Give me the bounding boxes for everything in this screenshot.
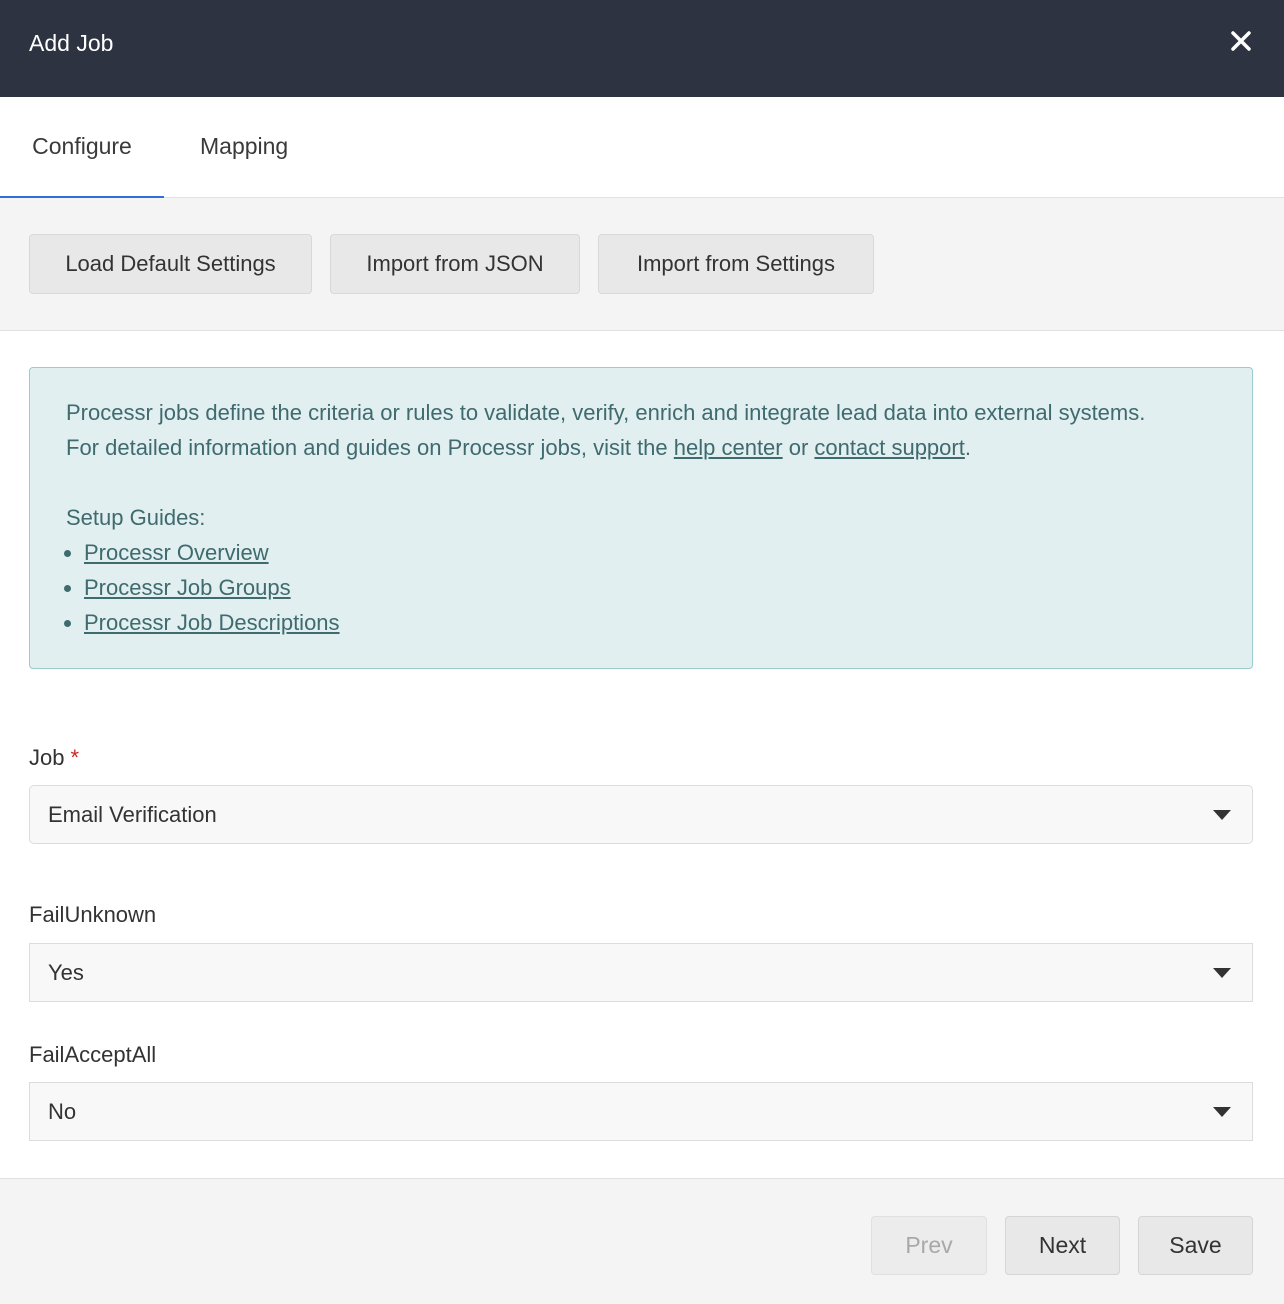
info-box: Processr jobs define the criteria or rul… xyxy=(29,367,1253,669)
processr-job-descriptions-link[interactable]: Processr Job Descriptions xyxy=(84,610,340,635)
info-help-line: For detailed information and guides on P… xyxy=(66,430,1216,465)
info-period: . xyxy=(964,435,971,460)
load-default-settings-button[interactable]: Load Default Settings xyxy=(29,234,312,294)
list-item: Processr Overview xyxy=(84,535,1216,570)
tab-mapping[interactable]: Mapping xyxy=(200,97,288,198)
setup-guides-list: Processr Overview Processr Job Groups Pr… xyxy=(84,535,1216,640)
dialog-footer: Prev Next Save xyxy=(0,1178,1284,1304)
fail-accept-all-select[interactable]: No xyxy=(29,1082,1253,1141)
processr-job-groups-link[interactable]: Processr Job Groups xyxy=(84,575,291,600)
contact-support-link[interactable]: contact support xyxy=(814,435,964,460)
fail-unknown-value: Yes xyxy=(48,960,84,985)
next-button[interactable]: Next xyxy=(1005,1216,1120,1275)
import-from-settings-button[interactable]: Import from Settings xyxy=(598,234,874,294)
info-description: Processr jobs define the criteria or rul… xyxy=(66,400,1146,425)
job-select[interactable]: Email Verification xyxy=(29,785,1253,844)
toolbar: Load Default Settings Import from JSON I… xyxy=(0,198,1284,331)
job-label-text: Job xyxy=(29,745,65,770)
info-or-text: or xyxy=(782,435,815,460)
job-label: Job * xyxy=(29,744,79,772)
help-center-link[interactable]: help center xyxy=(674,435,783,460)
chevron-down-icon xyxy=(1213,1107,1231,1117)
fail-accept-all-label: FailAcceptAll xyxy=(29,1042,157,1067)
chevron-down-icon xyxy=(1213,810,1231,820)
chevron-down-icon xyxy=(1213,968,1231,978)
tab-configure[interactable]: Configure xyxy=(0,97,164,199)
dialog-title: Add Job xyxy=(29,30,114,56)
setup-guides-heading: Setup Guides: xyxy=(66,505,206,530)
processr-overview-link[interactable]: Processr Overview xyxy=(84,540,269,565)
save-button[interactable]: Save xyxy=(1138,1216,1253,1275)
tab-bar: Configure Mapping xyxy=(0,97,1284,199)
import-from-json-button[interactable]: Import from JSON xyxy=(330,234,580,294)
fail-unknown-label: FailUnknown xyxy=(29,902,157,927)
fail-unknown-select[interactable]: Yes xyxy=(29,943,1253,1002)
prev-button[interactable]: Prev xyxy=(871,1216,987,1275)
list-item: Processr Job Descriptions xyxy=(84,605,1216,640)
close-icon[interactable] xyxy=(1226,26,1256,56)
required-mark: * xyxy=(70,745,80,770)
dialog-header: Add Job xyxy=(0,0,1284,97)
list-item: Processr Job Groups xyxy=(84,570,1216,605)
info-help-prefix: For detailed information and guides on P… xyxy=(66,435,674,460)
fail-accept-all-value: No xyxy=(48,1099,77,1124)
job-select-value: Email Verification xyxy=(48,802,217,827)
